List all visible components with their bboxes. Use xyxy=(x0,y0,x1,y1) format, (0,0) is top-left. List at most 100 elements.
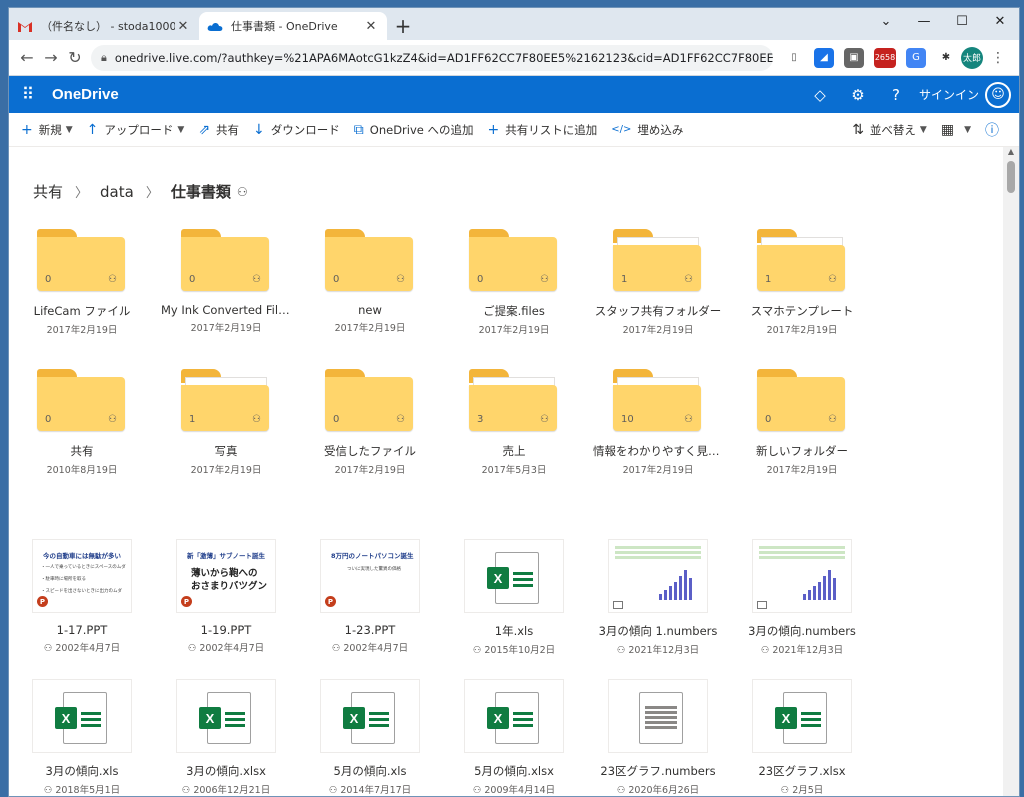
app-launcher-icon[interactable]: ⠿ xyxy=(10,85,46,105)
folder-tile[interactable]: 0 ⚇ ご提案.files 2017年2月19日 xyxy=(449,229,579,336)
item-count: 0 xyxy=(333,414,340,425)
file-thumbnail: 今の自動車には無駄が多い ・一人で乗っているときにスペースのムダ ・駐車時に場所を取… xyxy=(32,539,132,613)
puzzle-icon[interactable]: ✱ xyxy=(936,48,956,68)
item-date: ⚇ 2021年12月3日 xyxy=(737,642,867,656)
sheet-row xyxy=(369,724,389,727)
item-date-text: 2021年12月3日 xyxy=(628,645,700,656)
folder-tile[interactable]: 1 ⚇ スマホテンプレート 2017年2月19日 xyxy=(737,229,867,336)
command-button-3[interactable]: ↓ ダウンロード xyxy=(253,122,340,138)
new-tab-button[interactable]: + xyxy=(389,12,417,40)
brand-title[interactable]: OneDrive xyxy=(52,86,119,103)
command-button-1[interactable]: ↑ アップロード ▼ xyxy=(87,122,185,138)
gmail-badge[interactable]: 2658 xyxy=(874,47,896,68)
excel-icon: X xyxy=(55,707,77,729)
reload-icon[interactable]: ↻ xyxy=(63,44,87,72)
powerpoint-icon: P xyxy=(37,596,48,607)
close-window-icon[interactable]: ✕ xyxy=(981,8,1019,34)
folder-front: 3 ⚇ xyxy=(469,385,557,431)
menu-icon[interactable]: ⋮ xyxy=(988,48,1008,68)
file-thumbnail xyxy=(608,679,708,753)
sheet-row xyxy=(645,711,677,714)
gear-icon[interactable]: ⚙ xyxy=(839,86,877,104)
file-tile[interactable]: 8万円のノートパソコン誕生 ついに実現した驚異の価格 P 1-23.PPT ⚇ 2002… xyxy=(305,539,435,654)
file-tile[interactable]: X 3月の傾向.xls ⚇ 2018年5月1日 xyxy=(17,679,147,796)
folder-tile[interactable]: 0 ⚇ 受信したファイル 2017年2月19日 xyxy=(305,369,435,476)
command-label: 埋め込み xyxy=(637,122,684,137)
tab-gmail[interactable]: （件名なし） - stoda1000@gmail ✕ xyxy=(9,12,199,40)
shared-people-icon: ⚇ xyxy=(616,785,629,796)
url-field[interactable]: 🔒︎ onedrive.live.com/?authkey=%21APA6MAo… xyxy=(91,44,773,71)
breadcrumb-item-shared[interactable]: 共有 xyxy=(33,181,63,202)
folder-icon: 3 ⚇ xyxy=(469,369,559,433)
file-tile[interactable]: X 1年.xls ⚇ 2015年10月2日 xyxy=(449,539,579,656)
shared-people-icon: ⚇ xyxy=(828,414,837,425)
scroll-thumb[interactable] xyxy=(1007,161,1015,193)
scrollbar[interactable]: ▲ xyxy=(1003,147,1019,796)
item-date: ⚇ 2015年10月2日 xyxy=(449,642,579,656)
item-count: 0 xyxy=(333,274,340,285)
folder-tile[interactable]: 0 ⚇ 共有 2010年8月19日 xyxy=(17,369,147,476)
folder-tile[interactable]: 10 ⚇ 情報をわかりやすく見せる… 2017年2月19日 xyxy=(593,369,723,476)
file-thumbnail: X xyxy=(464,539,564,613)
command-button-6[interactable]: </> 埋め込み xyxy=(611,122,683,138)
sheet-row xyxy=(513,572,533,575)
file-tile[interactable]: X 23区グラフ.xlsx ⚇ 2月5日 xyxy=(737,679,867,796)
command-button-5[interactable]: + 共有リストに追加 xyxy=(488,122,598,138)
bookmark-icon[interactable]: ▯ xyxy=(784,48,804,68)
folder-tile[interactable]: 0 ⚇ LifeCam ファイル 2017年2月19日 xyxy=(17,229,147,336)
folder-tile[interactable]: 1 ⚇ スタッフ共有フォルダー 2017年2月19日 xyxy=(593,229,723,336)
extension-icon[interactable]: ▣ xyxy=(844,47,864,68)
command-button-0[interactable]: + 新規 ▼ xyxy=(21,122,73,138)
tab-onedrive[interactable]: 仕事書類 - OneDrive ✕ xyxy=(199,12,387,40)
breadcrumb-item-data[interactable]: data xyxy=(100,183,134,201)
sort-button[interactable]: ⇅ 並べ替え ▼ xyxy=(852,122,927,138)
file-tile[interactable]: 3月の傾向.numbers ⚇ 2021年12月3日 xyxy=(737,539,867,656)
megaphone-icon[interactable]: ◢ xyxy=(814,47,834,68)
item-date-text: 2020年6月26日 xyxy=(628,785,700,796)
account-icon[interactable]: ☺ xyxy=(985,81,1011,108)
file-tile[interactable]: 新「激薄」サブノート誕生 薄いから鞄への おさまりバツグン P 1-19.PPT ⚇ 20… xyxy=(161,539,291,654)
scroll-up-icon[interactable]: ▲ xyxy=(1003,147,1019,161)
view-switcher[interactable]: ▦ ▼ xyxy=(941,122,971,138)
file-tile[interactable]: X 5月の傾向.xls ⚇ 2014年7月17日 xyxy=(305,679,435,796)
folder-front: 1 ⚇ xyxy=(181,385,269,431)
command-button-4[interactable]: ⧉ OneDrive への追加 xyxy=(354,122,474,138)
folder-tile[interactable]: 0 ⚇ new 2017年2月19日 xyxy=(305,229,435,334)
info-button[interactable]: ⓘ xyxy=(985,120,1005,140)
command-button-2[interactable]: ⇗ 共有 xyxy=(198,122,239,138)
file-tile[interactable]: X 3月の傾向.xlsx ⚇ 2006年12月21日 xyxy=(161,679,291,796)
minimize-icon[interactable]: — xyxy=(905,8,943,34)
folder-tile[interactable]: 0 ⚇ 新しいフォルダー 2017年2月19日 xyxy=(737,369,867,476)
file-tile[interactable]: 23区グラフ.numbers ⚇ 2020年6月26日 xyxy=(593,679,723,796)
chart-bar xyxy=(823,576,826,600)
file-type-icon xyxy=(613,601,623,609)
close-tab-icon[interactable]: ✕ xyxy=(363,19,379,34)
file-tile[interactable]: 今の自動車には無駄が多い ・一人で乗っているときにスペースのムダ ・駐車時に場所を取… xyxy=(17,539,147,654)
sign-in-link[interactable]: サインイン xyxy=(919,86,979,103)
help-icon[interactable]: ? xyxy=(877,86,915,104)
table-band xyxy=(759,556,845,559)
item-date: ⚇ 2002年4月7日 xyxy=(17,640,147,654)
profile-avatar[interactable]: 太郎 xyxy=(961,46,983,69)
table-band xyxy=(759,546,845,549)
file-tile[interactable]: 3月の傾向 1.numbers ⚇ 2021年12月3日 xyxy=(593,539,723,656)
item-date-text: 2006年12月21日 xyxy=(193,785,271,796)
tab-title: （件名なし） - stoda1000@gmail xyxy=(41,20,175,33)
tab-title: 仕事書類 - OneDrive xyxy=(231,20,338,33)
slide-title: 今の自動車には無駄が多い xyxy=(43,552,121,560)
sort-label: 並べ替え xyxy=(869,122,916,137)
back-icon[interactable]: ← xyxy=(15,44,39,72)
forward-icon[interactable]: → xyxy=(39,44,63,72)
folder-tile[interactable]: 3 ⚇ 売上 2017年5月3日 xyxy=(449,369,579,476)
close-tab-icon[interactable]: ✕ xyxy=(175,19,191,34)
folder-tile[interactable]: 1 ⚇ 写真 2017年2月19日 xyxy=(161,369,291,476)
folder-tile[interactable]: 0 ⚇ My Ink Converted Files 2017年2月19日 xyxy=(161,229,291,334)
item-count: 1 xyxy=(189,414,196,425)
share-icon: ⇗ xyxy=(198,121,211,138)
file-tile[interactable]: X 5月の傾向.xlsx ⚇ 2009年4月14日 xyxy=(449,679,579,796)
shared-people-icon: ⚇ xyxy=(43,643,56,654)
premium-diamond-icon[interactable]: ◇ xyxy=(801,86,839,104)
tab-search-icon[interactable]: ⌄ xyxy=(867,8,905,34)
translate-icon[interactable]: G xyxy=(906,47,926,68)
maximize-icon[interactable]: ☐ xyxy=(943,8,981,34)
